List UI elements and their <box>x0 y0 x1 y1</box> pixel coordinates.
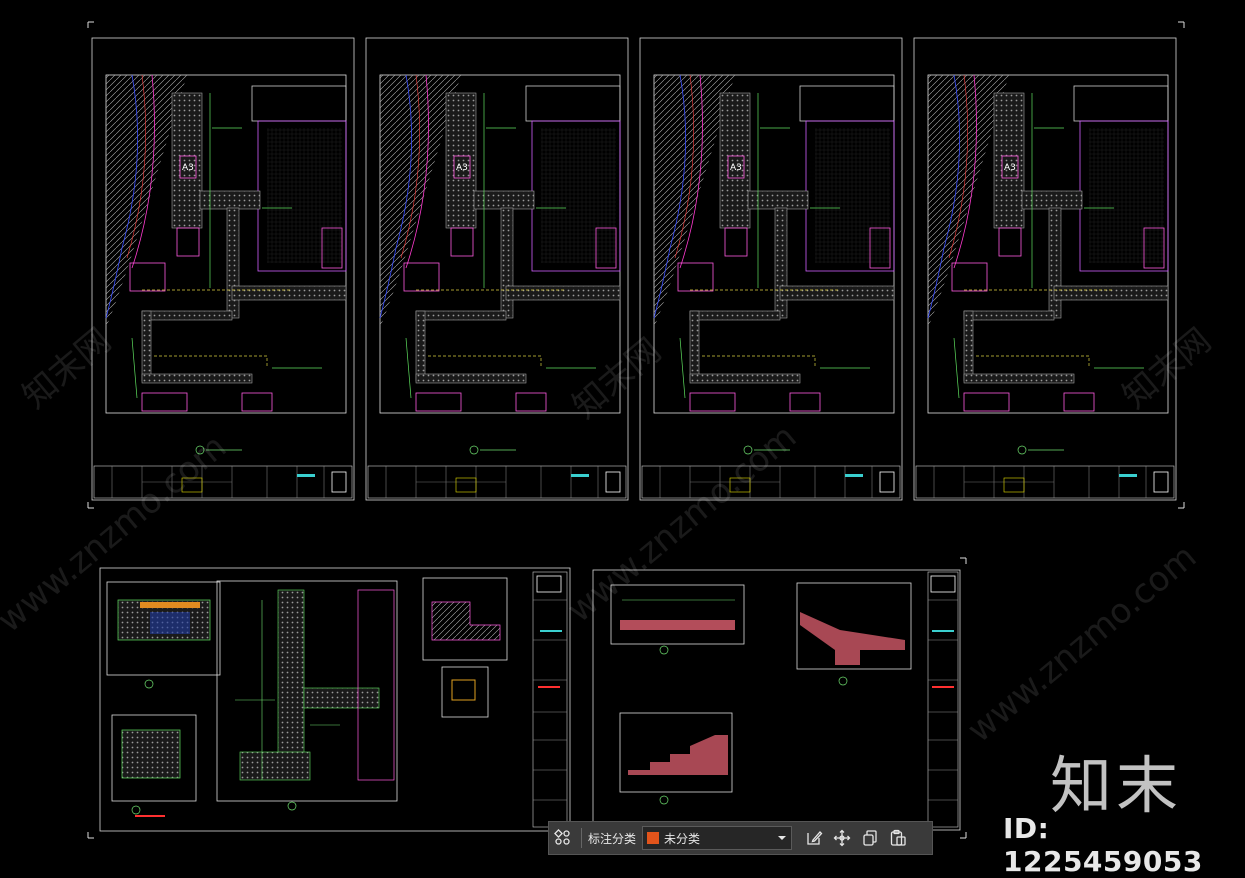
grid-apps-icon[interactable] <box>549 824 577 852</box>
plan-sheet-1[interactable] <box>91 37 355 501</box>
category-selected-value: 未分类 <box>664 831 701 846</box>
edit-icon[interactable] <box>800 824 828 852</box>
paste-icon[interactable] <box>884 824 912 852</box>
toolbar-divider <box>581 828 582 848</box>
chevron-down-icon <box>777 831 787 845</box>
category-select[interactable]: 未分类 <box>642 826 793 850</box>
plan-sheet-2[interactable] <box>365 37 629 501</box>
detail-sheet-2[interactable] <box>592 569 961 831</box>
annotation-toolbar: 标注分类 未分类 <box>548 821 933 855</box>
resource-id-text: ID: 1225459053 <box>1003 812 1203 878</box>
category-label: 标注分类 <box>588 831 637 846</box>
copy-icon[interactable] <box>856 824 884 852</box>
plan-sheet-4[interactable] <box>913 37 1177 501</box>
category-color-swatch <box>647 832 660 844</box>
detail-sheet-1[interactable] <box>99 567 571 832</box>
move-icon[interactable] <box>828 824 856 852</box>
